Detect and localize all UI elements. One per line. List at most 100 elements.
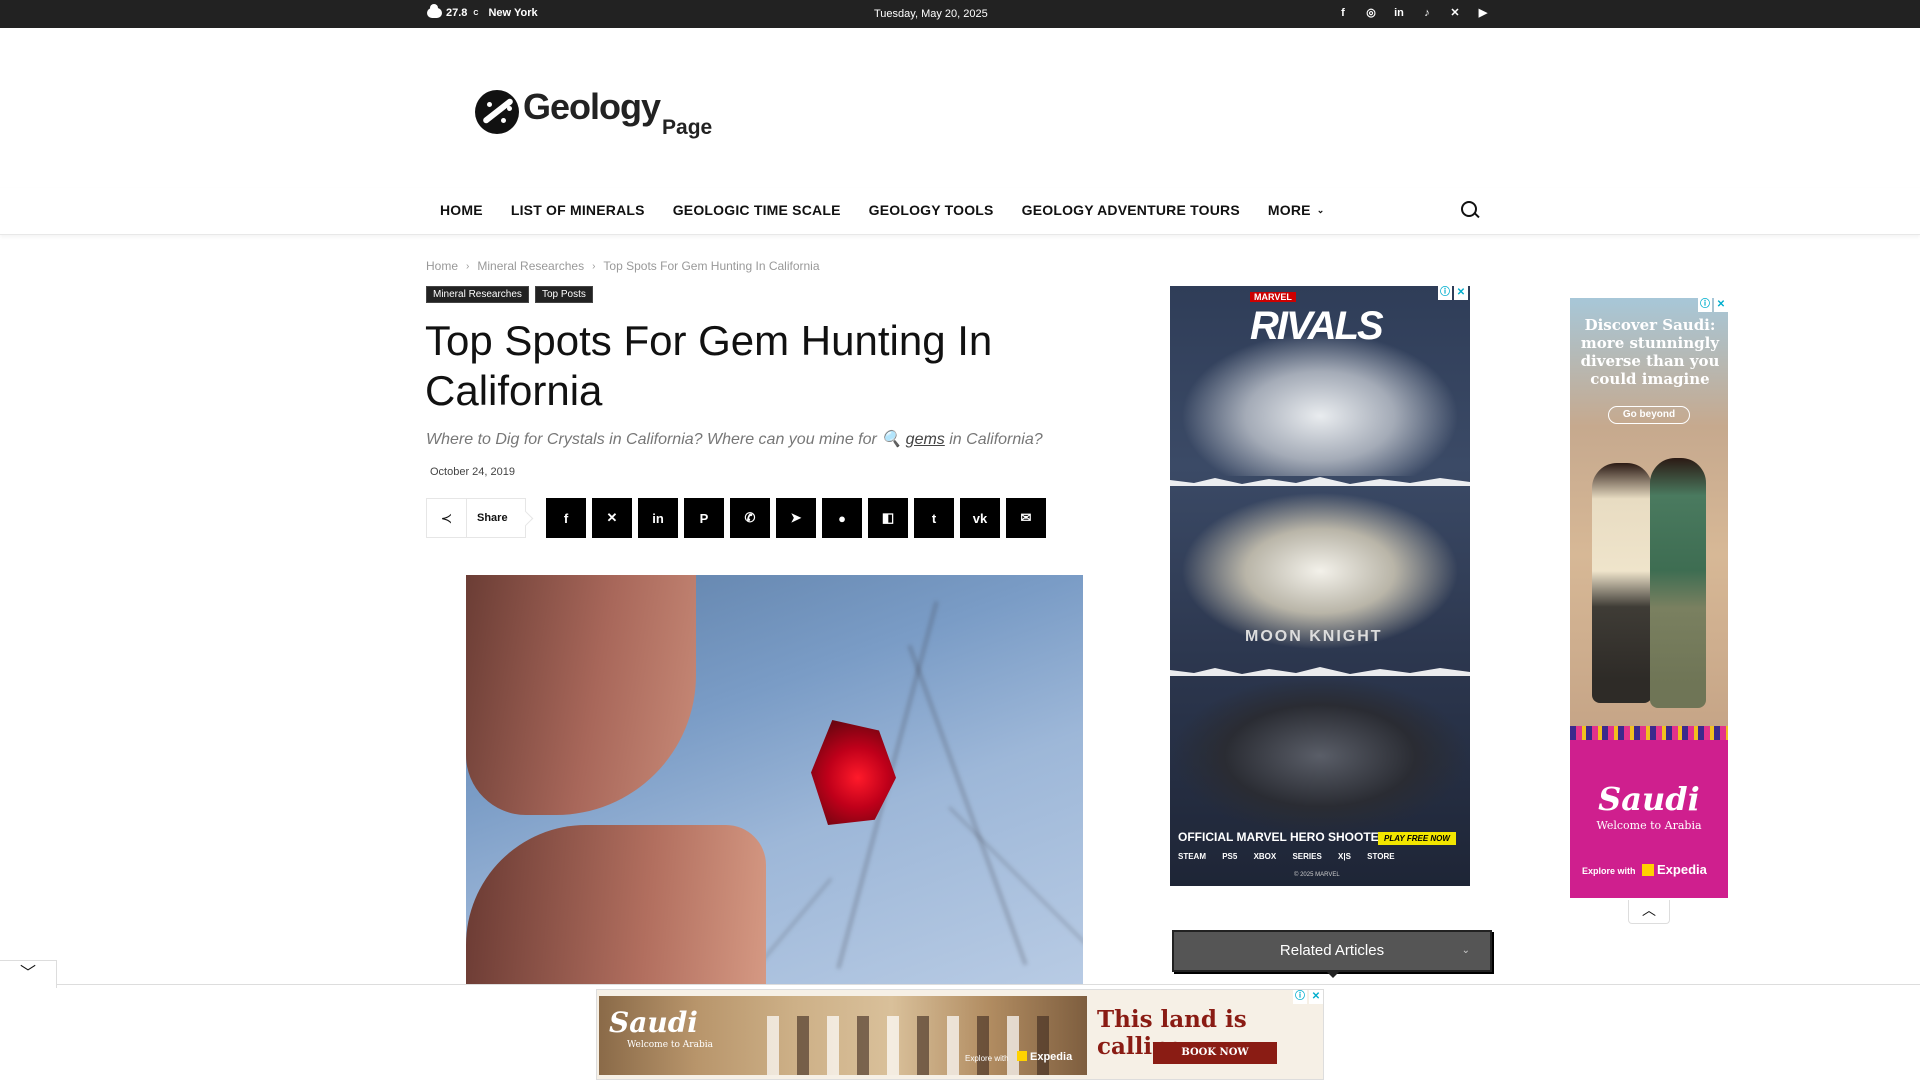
breadcrumb-separator-icon: › <box>592 260 596 272</box>
share-tumblr-button[interactable]: t <box>914 498 954 538</box>
ad-explore: Explore with <box>965 1054 1009 1063</box>
gems-link[interactable]: gems <box>906 431 945 448</box>
weather-city: New York <box>488 7 538 19</box>
category-tags: Mineral Researches Top Posts <box>426 286 593 303</box>
telegram-icon: ➤ <box>790 510 802 525</box>
weather-widget: 27.8 C New York <box>427 4 538 19</box>
ad-marvel-rivals[interactable]: MARVEL RIVALS MOON KNIGHT OFFICIAL MARVE… <box>1170 286 1470 886</box>
share-reddit-button[interactable]: ● <box>822 498 862 538</box>
nav-item-more[interactable]: MORE ⌄ <box>1254 202 1339 218</box>
nav-item-geologic-time-scale[interactable]: GEOLOGIC TIME SCALE <box>659 202 855 218</box>
share-email-button[interactable]: ✉ <box>1006 498 1046 538</box>
breadcrumb-category[interactable]: Mineral Researches <box>477 259 584 273</box>
ad-brand: Saudi <box>1598 780 1700 818</box>
breadcrumb-current: Top Spots For Gem Hunting In California <box>603 259 820 273</box>
nav-item-list-of-minerals[interactable]: LIST OF MINERALS <box>497 202 659 218</box>
ad-moon-knight: MOON KNIGHT <box>1245 628 1383 645</box>
ad-cta-button[interactable]: PLAY FREE NOW <box>1378 832 1456 845</box>
pinterest-icon: P <box>699 510 709 526</box>
nav-item-geology-tools[interactable]: GEOLOGY TOOLS <box>855 202 1008 218</box>
social-links: f ◎ in ♪ ✕ ▶ <box>1336 5 1490 21</box>
temperature-unit: C <box>473 9 479 17</box>
share-x-button[interactable]: ✕ <box>592 498 632 538</box>
related-articles-label: Related Articles <box>1279 942 1385 959</box>
facebook-icon[interactable]: f <box>1336 5 1350 21</box>
breadcrumb: Home › Mineral Researches › Top Spots Fo… <box>426 259 820 273</box>
chevron-down-icon: ⌄ <box>1461 945 1470 956</box>
ad-headline: Discover Saudi: more stunningly diverse … <box>1580 316 1720 388</box>
featured-image <box>466 575 1083 985</box>
ad-close-icon[interactable]: ✕ <box>1309 990 1323 1004</box>
linkedin-icon: in <box>652 510 664 526</box>
flipboard-icon: ◧ <box>881 510 895 525</box>
page-title: Top Spots For Gem Hunting In California <box>425 317 993 414</box>
chevron-down-icon: ⌄ <box>1316 205 1325 215</box>
facebook-icon: f <box>563 510 569 526</box>
ad-welcome: Welcome to Arabia <box>627 1040 713 1050</box>
ad-brand: Saudi <box>609 1006 698 1039</box>
ad-copyright: © 2025 MARVEL <box>1294 872 1340 878</box>
ad-brand: MARVEL <box>1250 292 1296 302</box>
share-pinterest-button[interactable]: P <box>684 498 724 538</box>
tiktok-icon[interactable]: ♪ <box>1420 5 1434 21</box>
share-facebook-button[interactable]: f <box>546 498 586 538</box>
category-tag-top-posts[interactable]: Top Posts <box>534 286 593 303</box>
ad-partner: Expedia <box>1017 1051 1072 1063</box>
adchoices-icon[interactable]: ⓘ <box>1293 990 1307 1004</box>
ad-title: RIVALS <box>1250 304 1384 348</box>
share-buttons: f ✕ in P ✆ ➤ ● ◧ t vk ✉ <box>546 498 1046 538</box>
instagram-icon[interactable]: ◎ <box>1364 5 1378 21</box>
share-label: Share <box>477 512 508 524</box>
ad-cta-button[interactable]: BOOK NOW <box>1153 1042 1277 1064</box>
breadcrumb-home[interactable]: Home <box>426 259 458 273</box>
share-telegram-button[interactable]: ➤ <box>776 498 816 538</box>
article-subtitle: Where to Dig for Crystals in California?… <box>426 429 1043 449</box>
magnifier-icon: 🔍 <box>881 431 902 448</box>
share-vk-button[interactable]: vk <box>960 498 1000 538</box>
share-flipboard-button[interactable]: ◧ <box>868 498 908 538</box>
cloud-icon <box>427 4 442 18</box>
finger-bottom <box>466 825 766 985</box>
adchoices-icon[interactable]: ⓘ <box>1438 286 1452 300</box>
ad-explore: Explore with <box>1582 866 1636 876</box>
main-nav: HOME LIST OF MINERALS GEOLOGIC TIME SCAL… <box>0 188 1920 235</box>
email-icon: ✉ <box>1020 510 1032 525</box>
subtitle-text-start: Where to Dig for Crystals in California?… <box>426 431 877 448</box>
collapse-ad-button[interactable]: ︿ <box>1628 900 1670 924</box>
vk-icon: vk <box>972 510 988 526</box>
related-articles-dropdown[interactable]: Related Articles ⌄ <box>1172 930 1492 978</box>
share-whatsapp-button[interactable]: ✆ <box>730 498 770 538</box>
nav-item-home[interactable]: HOME <box>426 202 497 218</box>
ad-close-icon[interactable]: ✕ <box>1454 286 1468 300</box>
logo-sub: Page <box>662 116 713 139</box>
adchoices-icon[interactable]: ⓘ <box>1698 298 1712 312</box>
ad-headline: OFFICIAL MARVEL HERO SHOOTER <box>1178 830 1388 844</box>
ad-saudi-skyscraper[interactable]: Discover Saudi: more stunningly diverse … <box>1570 298 1728 898</box>
ad-close-icon[interactable]: ✕ <box>1714 298 1728 312</box>
share-icon: ≺ <box>427 499 467 537</box>
reddit-icon: ● <box>838 510 846 526</box>
nav-item-geology-adventure-tours[interactable]: GEOLOGY ADVENTURE TOURS <box>1008 202 1254 218</box>
subtitle-text-end: in California? <box>949 431 1043 448</box>
category-tag-mineral-researches[interactable]: Mineral Researches <box>426 286 529 303</box>
ad-saudi-leaderboard[interactable]: Saudi Welcome to Arabia Explore with Exp… <box>596 989 1324 1080</box>
whatsapp-icon: ✆ <box>744 510 756 525</box>
current-date: Tuesday, May 20, 2025 <box>874 8 988 20</box>
youtube-icon[interactable]: ▶ <box>1476 5 1490 21</box>
x-icon[interactable]: ✕ <box>1448 5 1462 21</box>
red-garnet-crystal <box>811 720 896 825</box>
sticky-ad-toggle[interactable]: ﹀ <box>0 960 57 988</box>
ad-platforms: STEAM PS5 XBOX SERIES X|S STORE <box>1178 852 1395 861</box>
search-icon[interactable] <box>1460 200 1480 220</box>
chevron-down-icon: ﹀ <box>19 965 36 982</box>
linkedin-icon[interactable]: in <box>1392 5 1406 21</box>
share-box[interactable]: ≺ Share <box>426 498 526 538</box>
x-icon: ✕ <box>606 510 618 525</box>
breadcrumb-separator-icon: › <box>466 260 470 272</box>
ad-partner: Expedia <box>1642 862 1707 877</box>
share-linkedin-button[interactable]: in <box>638 498 678 538</box>
ad-cta-button[interactable]: Go beyond <box>1608 406 1690 424</box>
temperature: 27.8 <box>446 7 468 19</box>
top-bar: 27.8 C New York Tuesday, May 20, 2025 f … <box>0 0 1920 28</box>
site-logo[interactable]: Geology Page <box>475 86 712 140</box>
